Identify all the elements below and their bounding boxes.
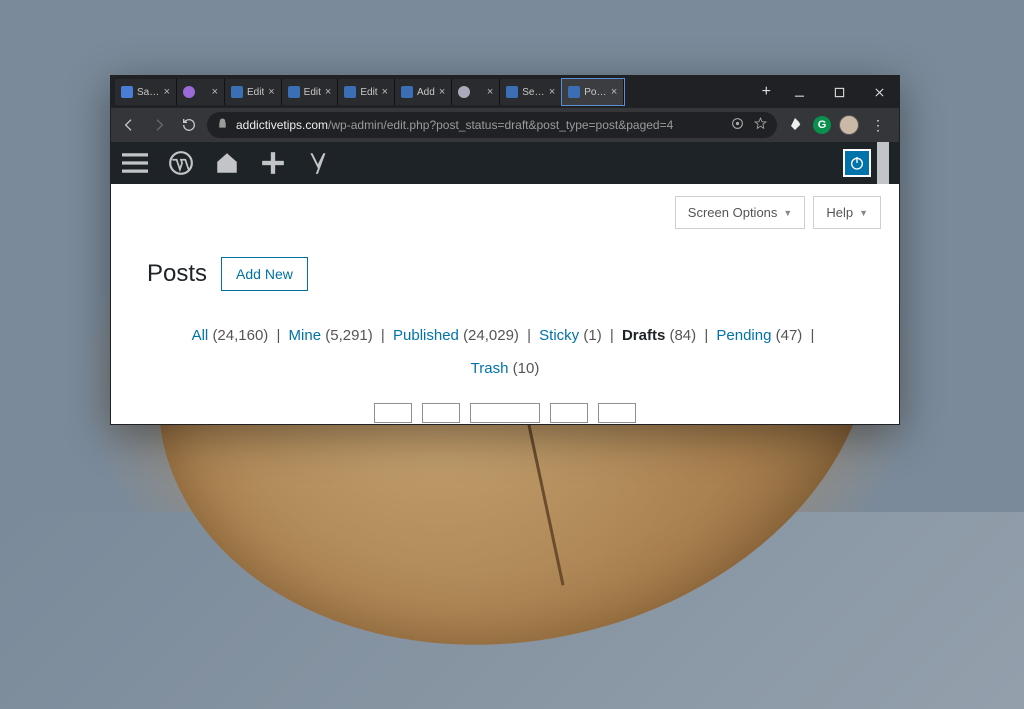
profile-avatar[interactable] — [839, 115, 859, 135]
favicon — [401, 86, 413, 98]
close-tab-icon[interactable]: × — [325, 87, 331, 98]
tab-label: Edit — [360, 87, 377, 98]
add-new-icon[interactable] — [259, 149, 287, 177]
window-controls — [779, 76, 899, 108]
pager-box[interactable] — [374, 403, 412, 423]
close-window-button[interactable] — [859, 76, 899, 108]
filter-link[interactable]: All — [192, 327, 209, 344]
favicon — [344, 86, 356, 98]
lock-icon — [217, 118, 228, 132]
filter-count: (24,160) — [212, 327, 268, 344]
chevron-down-icon: ▼ — [783, 208, 792, 218]
favicon — [288, 86, 300, 98]
browser-tab[interactable]: Searc × — [500, 79, 562, 105]
screen-options-button[interactable]: Screen Options ▼ — [675, 196, 806, 229]
home-icon[interactable] — [213, 149, 241, 177]
browser-tab[interactable]: Edit × — [225, 79, 282, 105]
page-content: Screen Options ▼ Help ▼ Posts Add New Al… — [111, 184, 899, 424]
close-tab-icon[interactable]: × — [268, 87, 274, 98]
pagination — [129, 403, 881, 423]
minimize-button[interactable] — [779, 76, 819, 108]
add-new-button[interactable]: Add New — [221, 257, 308, 291]
post-status-filters: All (24,160) | Mine (5,291) | Published … — [129, 319, 881, 385]
filter-count: (5,291) — [325, 327, 373, 344]
favicon — [568, 86, 580, 98]
forward-button[interactable] — [147, 113, 171, 137]
wordpress-logo-icon[interactable] — [167, 149, 195, 177]
tab-label: Add — [417, 87, 435, 98]
help-button[interactable]: Help ▼ — [813, 196, 881, 229]
tab-label: Sage — [137, 87, 160, 98]
filter-link[interactable]: Pending — [716, 327, 771, 344]
pager-box[interactable] — [470, 403, 540, 423]
filter-count: (47) — [776, 327, 803, 344]
favicon — [231, 86, 243, 98]
favicon — [506, 86, 518, 98]
extensions-area: G ⋮ — [783, 115, 893, 135]
browser-tab[interactable]: × — [452, 79, 500, 105]
hamburger-menu-icon[interactable] — [121, 149, 149, 177]
tab-label: Posts — [584, 87, 607, 98]
filter-count: (24,029) — [463, 327, 519, 344]
chevron-down-icon: ▼ — [859, 208, 868, 218]
close-tab-icon[interactable]: × — [549, 87, 555, 98]
reader-icon[interactable] — [731, 117, 744, 133]
browser-tab[interactable]: Posts × — [562, 79, 624, 105]
extension-grammarly-icon[interactable]: G — [813, 116, 831, 134]
close-tab-icon[interactable]: × — [212, 87, 218, 98]
filter-link[interactable]: Mine — [289, 327, 322, 344]
tab-label: Edit — [304, 87, 321, 98]
bookmark-star-icon[interactable] — [754, 117, 767, 133]
pager-box[interactable] — [598, 403, 636, 423]
browser-tab[interactable]: Add × — [395, 79, 452, 105]
power-icon[interactable] — [843, 149, 871, 177]
pager-box[interactable] — [422, 403, 460, 423]
browser-tab[interactable]: Sage × — [115, 79, 177, 105]
new-tab-button[interactable]: + — [754, 76, 779, 108]
extension-tag-icon[interactable] — [787, 116, 805, 134]
screen-options-label: Screen Options — [688, 205, 778, 220]
maximize-button[interactable] — [819, 76, 859, 108]
filter-count: (1) — [583, 327, 601, 344]
tab-label: Searc — [522, 87, 545, 98]
omnibox[interactable]: addictivetips.com/wp-admin/edit.php?post… — [207, 112, 777, 138]
scrollbar-thumb[interactable] — [877, 142, 889, 184]
favicon — [458, 86, 470, 98]
close-tab-icon[interactable]: × — [611, 87, 617, 98]
filter-link[interactable]: Trash — [471, 360, 509, 377]
filter-count: (10) — [513, 360, 540, 377]
titlebar: Sage × × Edit × Edit × Edit × Add × × Searc × Posts × + — [111, 76, 899, 108]
reload-button[interactable] — [177, 113, 201, 137]
favicon — [183, 86, 195, 98]
filter-count: (84) — [669, 327, 696, 344]
url-text: addictivetips.com/wp-admin/edit.php?post… — [236, 118, 723, 132]
close-tab-icon[interactable]: × — [382, 87, 388, 98]
browser-tab[interactable]: Edit × — [282, 79, 339, 105]
filter-link[interactable]: Published — [393, 327, 459, 344]
wp-admin-bar — [111, 142, 899, 184]
tab-strip: Sage × × Edit × Edit × Edit × Add × × Searc × Posts × — [111, 76, 754, 108]
tab-label: Edit — [247, 87, 264, 98]
yoast-icon[interactable] — [305, 149, 333, 177]
close-tab-icon[interactable]: × — [164, 87, 170, 98]
browser-window: Sage × × Edit × Edit × Edit × Add × × Searc × Posts × +… — [110, 75, 900, 425]
browser-tab[interactable]: Edit × — [338, 79, 395, 105]
address-bar: addictivetips.com/wp-admin/edit.php?post… — [111, 108, 899, 142]
browser-menu-icon[interactable]: ⋮ — [867, 117, 889, 134]
page-title: Posts — [147, 260, 207, 288]
close-tab-icon[interactable]: × — [439, 87, 445, 98]
close-tab-icon[interactable]: × — [487, 87, 493, 98]
back-button[interactable] — [117, 113, 141, 137]
browser-tab[interactable]: × — [177, 79, 225, 105]
filter-current: Drafts — [622, 327, 665, 344]
help-label: Help — [826, 205, 853, 220]
filter-link[interactable]: Sticky — [539, 327, 579, 344]
favicon — [121, 86, 133, 98]
pager-box[interactable] — [550, 403, 588, 423]
